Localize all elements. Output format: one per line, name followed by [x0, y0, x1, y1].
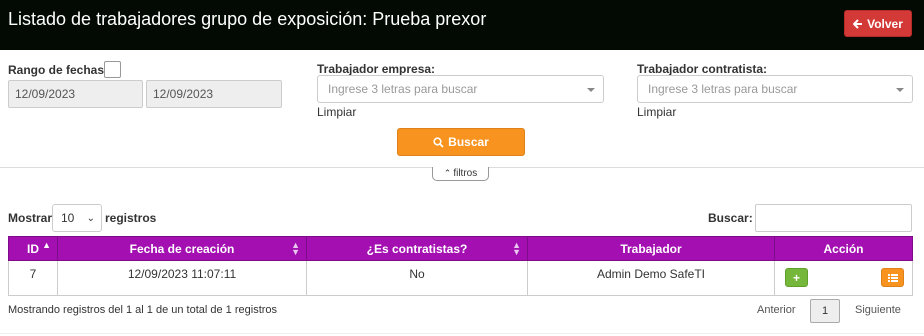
table-row: 7 12/09/2023 11:07:11 No Admin Demo Safe… [8, 260, 913, 296]
worker-company-select[interactable]: Ingrese 3 letras para buscar [317, 75, 604, 103]
worker-contractor-select[interactable]: Ingrese 3 letras para buscar [637, 75, 913, 103]
sort-icon: ▲ ▼ [512, 240, 521, 257]
double-chevron-up-icon: ⌃ [443, 168, 452, 178]
caret-down-icon [587, 88, 595, 92]
column-header-action: Acción [774, 236, 913, 261]
search-button-label: Buscar [448, 135, 489, 149]
column-header-id-label: ID [27, 241, 39, 256]
records-label: registros [105, 211, 157, 225]
filters-toggle[interactable]: ⌃ filtros [432, 167, 489, 181]
table-search-input[interactable] [755, 204, 912, 232]
cell-is-contractor: No [306, 260, 528, 296]
cell-created: 12/09/2023 11:07:11 [57, 260, 307, 296]
add-button[interactable]: + [785, 268, 808, 287]
pagination-previous[interactable]: Anterior [757, 304, 796, 316]
search-button[interactable]: Buscar [397, 128, 525, 156]
top-bar: Listado de trabajadores grupo de exposic… [0, 0, 924, 50]
column-header-contractor-label: ¿Es contratistas? [366, 241, 468, 256]
date-to-input[interactable] [146, 80, 282, 108]
workers-table: ID ▲ Fecha de creación ▲ ▼ ¿Es contratistas… [8, 236, 913, 296]
worker-company-label: Trabajador empresa: [317, 62, 436, 76]
pagination-next[interactable]: Siguiente [855, 304, 901, 316]
worker-company-clear-link[interactable]: Limpiar [317, 105, 356, 119]
cell-id: 7 [8, 260, 58, 296]
worker-contractor-placeholder: Ingrese 3 letras para buscar [648, 82, 798, 96]
list-button[interactable] [881, 268, 904, 287]
bottom-divider [0, 333, 924, 334]
page-length-select[interactable]: 10 ⌄ [52, 204, 102, 232]
worker-contractor-label: Trabajador contratista: [637, 62, 768, 76]
column-header-worker: Trabajador [527, 236, 775, 261]
filters-toggle-label: filtros [453, 168, 478, 179]
column-header-created-label: Fecha de creación [129, 241, 235, 256]
arrow-left-icon [853, 18, 863, 29]
date-range-label: Rango de fechas: [8, 63, 109, 77]
column-header-id[interactable]: ID ▲ [8, 236, 58, 261]
plus-icon: + [792, 270, 800, 285]
show-label: Mostrar [8, 211, 53, 225]
cell-worker: Admin Demo SafeTI [527, 260, 775, 296]
list-icon [887, 273, 898, 282]
back-button[interactable]: Volver [844, 10, 912, 37]
page-length-value: 10 [61, 211, 75, 225]
sort-asc-icon: ▲ [42, 240, 51, 250]
column-header-contractor[interactable]: ¿Es contratistas? ▲ ▼ [306, 236, 528, 261]
search-icon [433, 136, 444, 148]
chevron-down-icon: ⌄ [86, 213, 95, 224]
sort-icon: ▲ ▼ [291, 240, 300, 257]
worker-contractor-clear-link[interactable]: Limpiar [637, 105, 676, 119]
worker-company-placeholder: Ingrese 3 letras para buscar [328, 82, 478, 96]
back-button-label: Volver [867, 16, 903, 31]
table-info: Mostrando registros del 1 al 1 de un tot… [8, 304, 278, 316]
pagination-current-page[interactable]: 1 [810, 299, 840, 323]
column-header-created[interactable]: Fecha de creación ▲ ▼ [57, 236, 307, 261]
cell-actions: + [774, 260, 913, 296]
column-header-action-label: Acción [823, 241, 864, 256]
table-search-label: Buscar: [708, 211, 753, 225]
page-title: Listado de trabajadores grupo de exposic… [8, 9, 487, 29]
date-range-checkbox[interactable] [104, 61, 121, 78]
caret-down-icon [896, 88, 904, 92]
column-header-worker-label: Trabajador [620, 241, 682, 256]
date-from-input[interactable] [8, 80, 143, 108]
table-header-row: ID ▲ Fecha de creación ▲ ▼ ¿Es contratistas… [8, 236, 913, 261]
